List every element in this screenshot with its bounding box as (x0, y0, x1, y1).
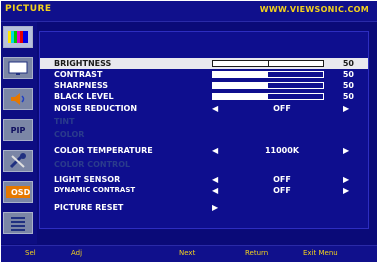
sharpness-value: 50 (342, 81, 354, 90)
dynamic-contrast-value: OFF (273, 186, 291, 195)
menu-item-label: BRIGHTNESS (54, 59, 112, 68)
menu-item-color-temperature[interactable]: COLOR TEMPERATURE ◀ 11000K ▶ (40, 145, 368, 156)
pip-icon: PIP (10, 125, 26, 135)
left-arrow-icon[interactable]: ◀ (212, 103, 218, 114)
hint-exit-menu: Exit Menu (303, 249, 338, 257)
tab-audio[interactable] (3, 88, 33, 110)
tools-icon (9, 153, 26, 169)
tab-screen[interactable] (3, 57, 33, 79)
menu-item-picture-reset[interactable]: PICTURE RESET ▶ (40, 202, 368, 213)
menu-item-dynamic-contrast[interactable]: DYNAMIC CONTRAST ◀ OFF ▶ (40, 185, 368, 196)
osd-label: OSD (11, 188, 31, 197)
menu-item-black-level[interactable]: BLACK LEVEL 50 (40, 91, 368, 102)
menu-item-label: BLACK LEVEL (54, 92, 114, 101)
brand-url: WWW.VIEWSONIC.COM (259, 5, 369, 14)
menu-list-icon (11, 217, 25, 231)
contrast-value: 50 (342, 70, 354, 79)
menu-item-label: COLOR (54, 130, 85, 139)
slider-fill (213, 72, 268, 77)
color-temperature-value: 11000K (264, 146, 300, 155)
noise-reduction-value: OFF (273, 104, 291, 113)
black-level-slider[interactable] (212, 93, 324, 100)
menu-item-label: DYNAMIC CONTRAST (54, 186, 136, 194)
speaker-icon (11, 93, 25, 105)
menu-item-label: LIGHT SENSOR (54, 175, 121, 184)
right-arrow-icon[interactable]: ▶ (343, 174, 349, 185)
osd-screen: PICTURE WWW.VIEWSONIC.COM PIP OSD BRIGHT… (1, 1, 377, 262)
menu-item-tint: TINT (40, 116, 368, 127)
tab-setup[interactable] (3, 150, 33, 172)
page-title: PICTURE (5, 4, 52, 14)
left-arrow-icon[interactable]: ◀ (212, 185, 218, 196)
slider-fill (213, 94, 268, 99)
menu-item-contrast[interactable]: CONTRAST 50 (40, 69, 368, 80)
left-arrow-icon[interactable]: ◀ (212, 174, 218, 185)
menu-item-label: SHARPNESS (54, 81, 108, 90)
menu-item-color: COLOR (40, 129, 368, 140)
menu-item-light-sensor[interactable]: LIGHT SENSOR ◀ OFF ▶ (40, 174, 368, 185)
menu-item-label: CONTRAST (54, 70, 103, 79)
tab-advanced[interactable] (3, 212, 33, 234)
hint-return: Return (245, 249, 269, 257)
menu-item-brightness[interactable]: BRIGHTNESS 50 (40, 58, 368, 69)
menu-item-label: TINT (54, 117, 75, 126)
contrast-slider[interactable] (212, 71, 324, 78)
footer-hint-bar: Sel Adj Next Return Exit Menu (1, 245, 377, 262)
light-sensor-value: OFF (273, 175, 291, 184)
right-arrow-icon[interactable]: ▶ (343, 103, 349, 114)
brightness-value: 50 (342, 59, 354, 68)
hint-adjust: Adj (71, 249, 83, 257)
menu-item-label: NOISE REDUCTION (54, 104, 138, 113)
menu-item-color-control: COLOR CONTROL (40, 159, 368, 170)
menu-item-label: COLOR CONTROL (54, 160, 131, 169)
tab-pip[interactable]: PIP (3, 119, 33, 141)
right-arrow-icon[interactable]: ▶ (343, 145, 349, 156)
color-bars-icon (8, 31, 28, 43)
picture-menu-panel: BRIGHTNESS 50 CONTRAST 50 SHARPNESS 50 B… (39, 31, 369, 229)
hint-select: Sel (25, 249, 36, 257)
enter-arrow-icon[interactable]: ▶ (212, 202, 218, 213)
menu-item-noise-reduction[interactable]: NOISE REDUCTION ◀ OFF ▶ (40, 103, 368, 114)
header-bar: PICTURE WWW.VIEWSONIC.COM (1, 1, 377, 22)
hint-next: Next (179, 249, 196, 257)
slider-fill (213, 61, 269, 66)
left-arrow-icon[interactable]: ◀ (212, 145, 218, 156)
menu-item-label: COLOR TEMPERATURE (54, 146, 153, 155)
slider-fill (213, 83, 268, 88)
right-arrow-icon[interactable]: ▶ (343, 185, 349, 196)
sidebar: PIP OSD (1, 22, 37, 244)
tab-osd[interactable]: OSD (3, 181, 33, 203)
sharpness-slider[interactable] (212, 82, 324, 89)
tab-picture[interactable] (3, 26, 33, 48)
black-level-value: 50 (342, 92, 354, 101)
monitor-icon (8, 61, 28, 75)
menu-item-label: PICTURE RESET (54, 203, 124, 212)
brightness-slider[interactable] (212, 60, 324, 67)
menu-item-sharpness[interactable]: SHARPNESS 50 (40, 80, 368, 91)
